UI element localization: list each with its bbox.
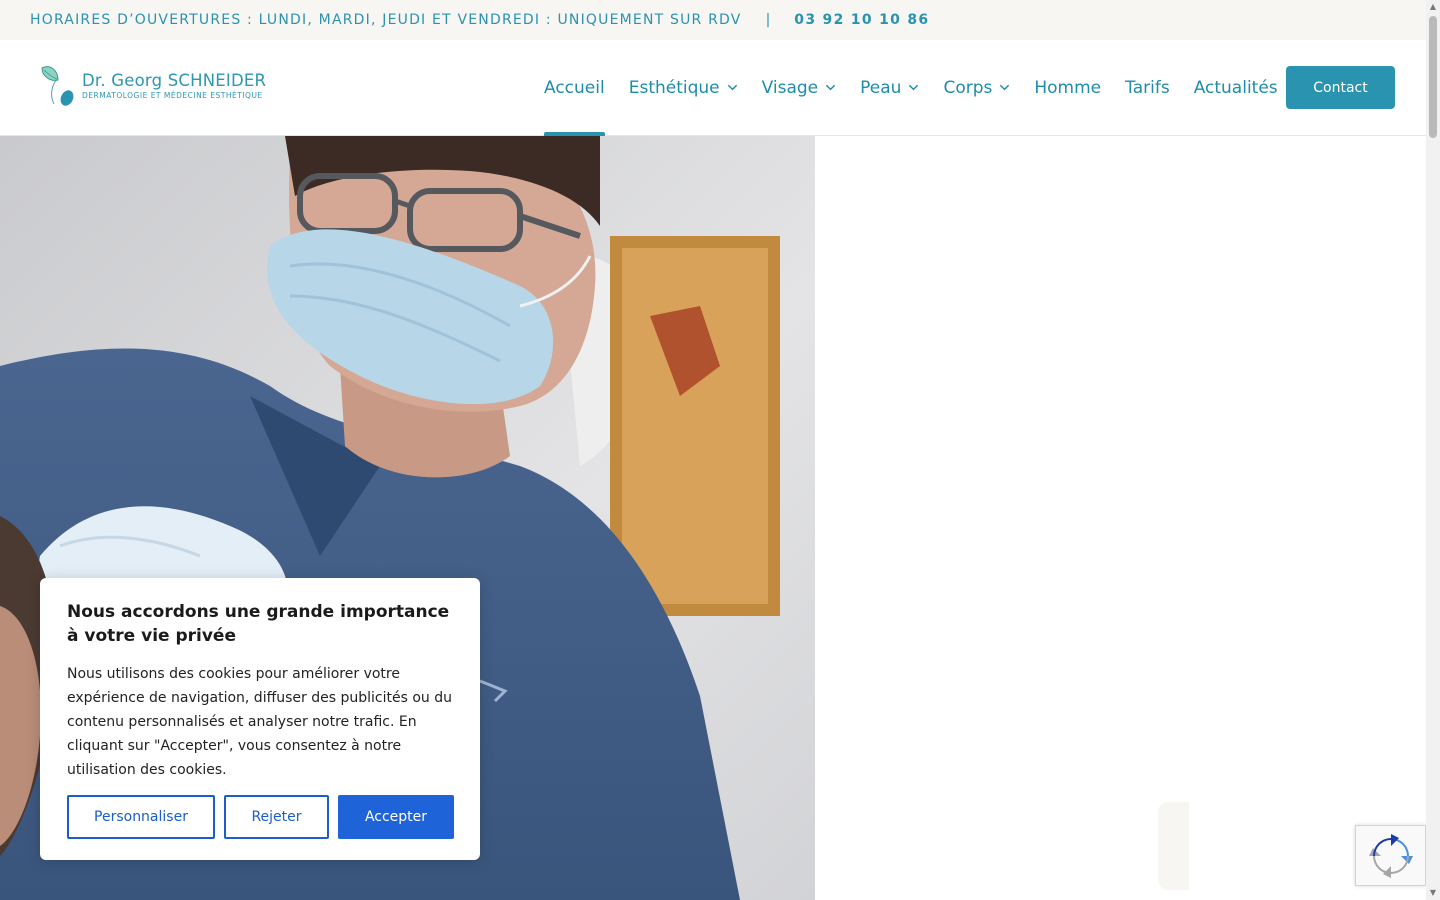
nav-item-label: Peau xyxy=(860,77,902,98)
nav-item-homme[interactable]: Homme xyxy=(1022,40,1113,135)
cookie-actions: Personnaliser Rejeter Accepter xyxy=(67,795,454,839)
phone-link[interactable]: 03 92 10 10 86 xyxy=(794,12,929,28)
nav-item-label: Esthétique xyxy=(628,77,720,98)
topbar-separator: | xyxy=(765,12,771,28)
chevron-down-icon xyxy=(909,84,919,91)
cookie-title: Nous accordons une grande importance à v… xyxy=(67,602,450,646)
chevron-down-icon xyxy=(1000,84,1010,91)
scroll-down-arrow-icon[interactable]: ▼ xyxy=(1429,889,1437,897)
nav-item-peau[interactable]: Peau xyxy=(848,40,931,135)
nav-item-accueil[interactable]: Accueil xyxy=(532,40,617,136)
nav-item-label: Tarifs xyxy=(1125,77,1170,98)
nav-item-label: Homme xyxy=(1034,77,1102,98)
nav-item-label: Actualités xyxy=(1193,77,1278,98)
chevron-down-icon xyxy=(826,84,836,91)
recaptcha-icon xyxy=(1368,833,1413,878)
leaf-drop-logo-icon xyxy=(36,62,78,108)
topbar: HORAIRES D’OUVERTURES : LUNDI, MARDI, JE… xyxy=(0,0,1426,40)
site-logo[interactable]: Dr. Georg SCHNEIDER DERMATOLOGIE ET MÉDE… xyxy=(36,60,276,110)
scroll-thumb[interactable] xyxy=(1429,16,1437,138)
opening-hours-text: HORAIRES D’OUVERTURES : LUNDI, MARDI, JE… xyxy=(30,12,742,28)
cookie-consent-dialog: Nous accordons une grande importance à v… xyxy=(40,578,480,860)
nav-item-corps[interactable]: Corps xyxy=(931,40,1022,135)
page-scrollbar[interactable]: ▲ ▼ xyxy=(1426,0,1440,900)
nav-item-label: Accueil xyxy=(544,77,605,98)
main-nav: Accueil Esthétique Visage Peau Corps Hom… xyxy=(532,40,1290,136)
customize-button[interactable]: Personnaliser xyxy=(67,795,215,839)
reject-button[interactable]: Rejeter xyxy=(224,795,329,839)
nav-item-label: Corps xyxy=(943,77,993,98)
nav-item-tarifs[interactable]: Tarifs xyxy=(1113,40,1182,135)
nav-item-visage[interactable]: Visage xyxy=(750,40,849,135)
recaptcha-badge[interactable] xyxy=(1355,825,1426,886)
scroll-up-arrow-icon[interactable]: ▲ xyxy=(1429,3,1437,11)
site-header: Dr. Georg SCHNEIDER DERMATOLOGIE ET MÉDE… xyxy=(0,40,1426,136)
nav-item-esthetique[interactable]: Esthétique xyxy=(617,40,750,135)
side-tab[interactable] xyxy=(1158,802,1189,890)
cookie-body: Nous utilisons des cookies pour améliore… xyxy=(67,666,452,778)
logo-name: Dr. Georg SCHNEIDER xyxy=(82,70,267,90)
nav-item-label: Visage xyxy=(761,77,819,98)
chevron-down-icon xyxy=(727,84,737,91)
nav-item-actualites[interactable]: Actualités xyxy=(1182,40,1290,135)
logo-subtitle: DERMATOLOGIE ET MÉDECINE ESTHÉTIQUE xyxy=(82,90,263,100)
accept-button[interactable]: Accepter xyxy=(338,795,454,839)
contact-button[interactable]: Contact xyxy=(1286,66,1395,109)
